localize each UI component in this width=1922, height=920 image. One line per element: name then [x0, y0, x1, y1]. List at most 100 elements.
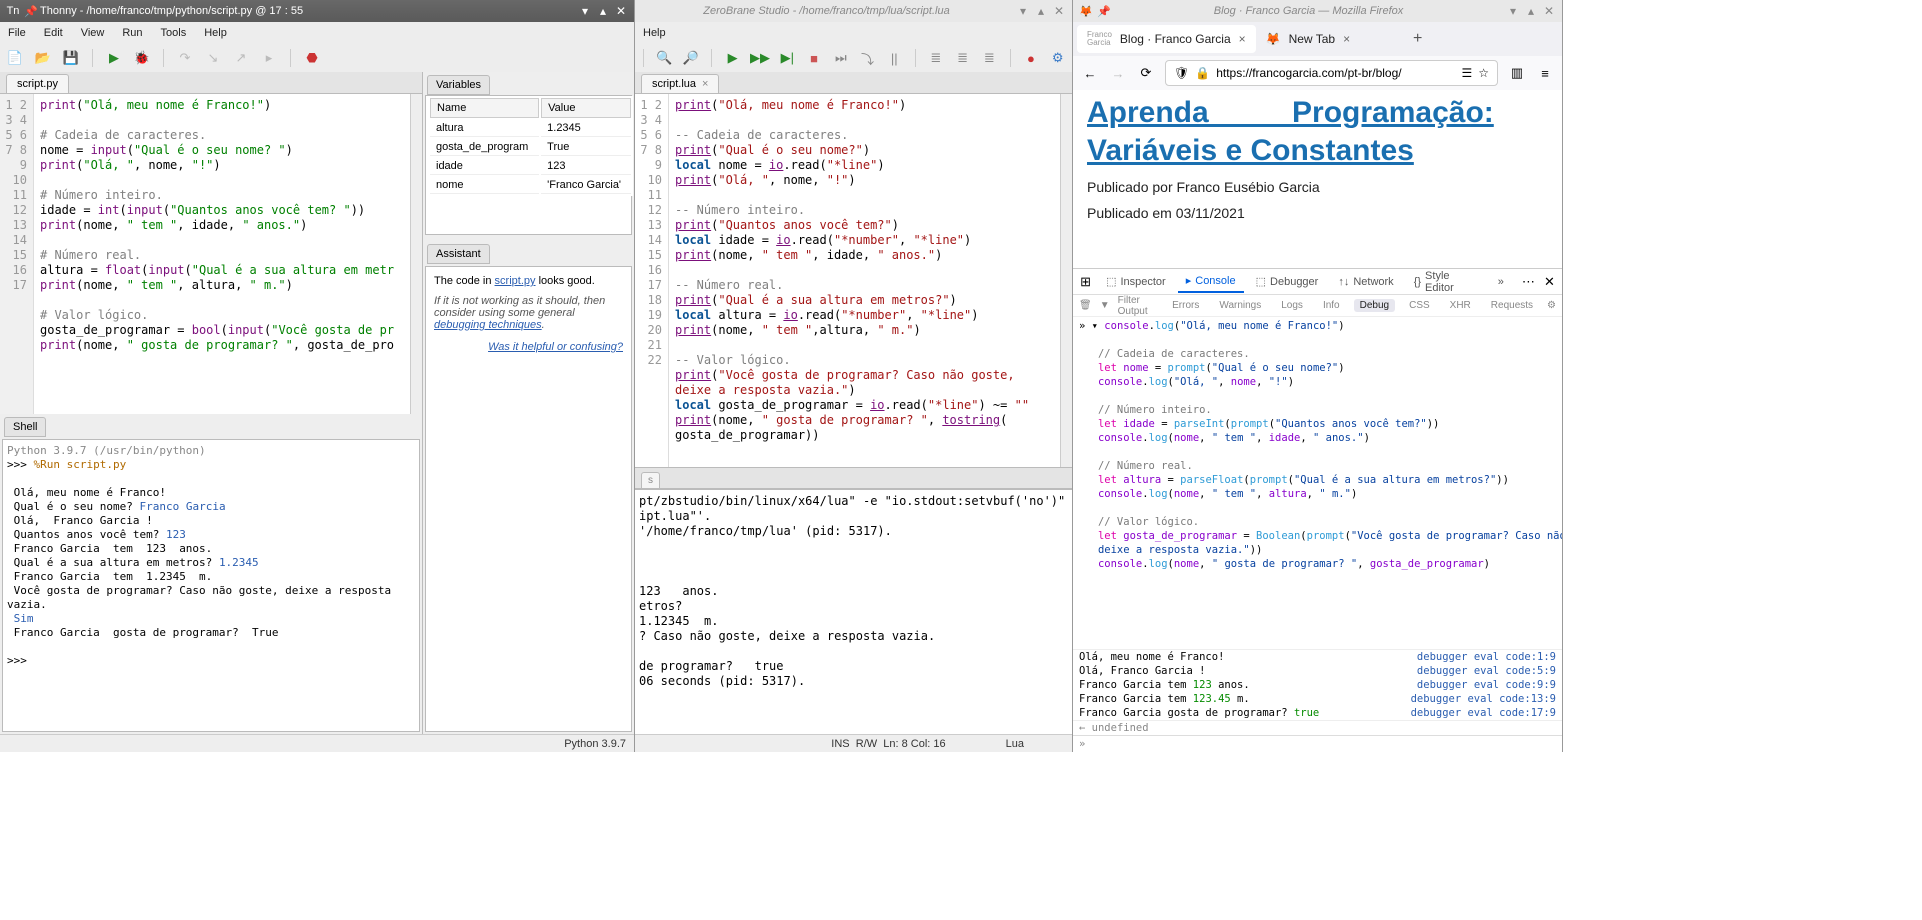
- close-icon[interactable]: ✕: [1542, 4, 1556, 18]
- run-icon[interactable]: ▶: [105, 49, 123, 67]
- thonny-titlebar[interactable]: Tn 📌 Thonny - /home/franco/tmp/python/sc…: [0, 0, 634, 22]
- stop-icon[interactable]: ⬣: [303, 49, 321, 67]
- maximize-icon[interactable]: ▴: [1034, 4, 1048, 18]
- dt-tab-console[interactable]: ▸ Console: [1178, 270, 1244, 293]
- dt-tab-debugger[interactable]: ⬚ Debugger: [1248, 271, 1327, 292]
- dt-close-icon[interactable]: ✕: [1541, 273, 1558, 291]
- assistant-feedback-link[interactable]: Was it helpful or confusing?: [488, 341, 623, 353]
- pill-css[interactable]: CSS: [1403, 299, 1436, 312]
- tab-close-icon[interactable]: ×: [1343, 32, 1350, 46]
- shell-output[interactable]: Python 3.9.7 (/usr/bin/python) >>> %Run …: [2, 439, 420, 732]
- reader-icon[interactable]: ☰: [1461, 66, 1472, 80]
- run-icon[interactable]: ▶: [724, 49, 741, 67]
- browser-tab-new[interactable]: 🦊New Tab×: [1256, 25, 1406, 53]
- menu-tools[interactable]: Tools: [157, 25, 191, 41]
- reload-icon[interactable]: ⟳: [1137, 64, 1155, 82]
- pin-icon[interactable]: 📌: [1097, 4, 1111, 18]
- assistant-panel-title[interactable]: Assistant: [427, 244, 490, 264]
- menu-file[interactable]: File: [4, 25, 30, 41]
- dt-tab-style[interactable]: {} Style Editor: [1406, 266, 1486, 298]
- new-tab-button[interactable]: +: [1406, 27, 1430, 51]
- resume-icon[interactable]: ▸: [260, 49, 278, 67]
- record-icon[interactable]: ●: [1023, 49, 1040, 67]
- minimize-icon[interactable]: ▾: [578, 4, 592, 18]
- menu-help[interactable]: Help: [639, 25, 670, 41]
- col-value[interactable]: Value: [541, 98, 631, 118]
- find-icon[interactable]: 🔍: [656, 49, 673, 67]
- dock-icon[interactable]: ⊞: [1077, 273, 1094, 291]
- indent-icon[interactable]: ≣: [954, 49, 971, 67]
- run-to-icon[interactable]: ▶|: [779, 49, 796, 67]
- assistant-script-link[interactable]: script.py: [495, 275, 536, 287]
- settings-icon[interactable]: ⚙: [1049, 49, 1066, 67]
- pill-info[interactable]: Info: [1317, 299, 1346, 312]
- python-code-editor[interactable]: print("Olá, meu nome é Franco!") # Cadei…: [34, 94, 410, 414]
- dt-tab-inspector[interactable]: ⬚ Inspector: [1098, 271, 1174, 292]
- stop-icon[interactable]: ■: [806, 49, 823, 67]
- dt-menu-icon[interactable]: ⋯: [1520, 273, 1537, 291]
- tab-close-icon[interactable]: ×: [1239, 32, 1246, 46]
- new-file-icon[interactable]: 📄: [6, 49, 24, 67]
- pill-requests[interactable]: Requests: [1485, 299, 1539, 312]
- minimize-icon[interactable]: ▾: [1506, 4, 1520, 18]
- shield-icon[interactable]: 🛡: [1174, 66, 1189, 80]
- shell-tab[interactable]: Shell: [4, 417, 46, 437]
- bookmark-icon[interactable]: ☆: [1478, 66, 1489, 80]
- pill-debug[interactable]: Debug: [1354, 299, 1395, 312]
- pin-icon[interactable]: 📌: [24, 4, 38, 18]
- pill-warnings[interactable]: Warnings: [1213, 299, 1267, 312]
- output-tab[interactable]: s: [641, 472, 660, 488]
- maximize-icon[interactable]: ▴: [1524, 4, 1538, 18]
- dt-tab-network[interactable]: ↑↓ Network: [1330, 272, 1401, 292]
- close-icon[interactable]: ✕: [1052, 4, 1066, 18]
- lua-code-editor[interactable]: print("Olá, meu nome é Franco!") -- Cade…: [669, 94, 1060, 467]
- assistant-debug-link[interactable]: debugging techniques: [434, 319, 542, 331]
- console-prompt[interactable]: »: [1073, 735, 1562, 752]
- pill-xhr[interactable]: XHR: [1444, 299, 1477, 312]
- step-over-icon[interactable]: ↷: [176, 49, 194, 67]
- open-file-icon[interactable]: 📂: [34, 49, 52, 67]
- forward-icon[interactable]: →: [1109, 64, 1127, 82]
- editor-tab[interactable]: script.py: [6, 74, 69, 93]
- step-out-icon[interactable]: ↗: [232, 49, 250, 67]
- maximize-icon[interactable]: ▴: [596, 4, 610, 18]
- step-icon[interactable]: ⤵: [859, 49, 876, 67]
- save-file-icon[interactable]: 💾: [62, 49, 80, 67]
- minimize-icon[interactable]: ▾: [1016, 4, 1030, 18]
- tab-close-icon[interactable]: ×: [702, 78, 708, 90]
- extensions-icon[interactable]: ▥: [1508, 64, 1526, 82]
- step-into-icon[interactable]: ↘: [204, 49, 222, 67]
- dt-more-icon[interactable]: »: [1490, 272, 1512, 292]
- bookmark-icon[interactable]: ≣: [928, 49, 945, 67]
- ffox-titlebar[interactable]: 🦊 📌 Blog · Franco Garcia — Mozilla Firef…: [1073, 0, 1562, 22]
- editor-scrollbar[interactable]: [1060, 94, 1072, 467]
- pill-errors[interactable]: Errors: [1166, 299, 1205, 312]
- zbs-titlebar[interactable]: ZeroBrane Studio - /home/franco/tmp/lua/…: [635, 0, 1072, 22]
- menu-view[interactable]: View: [77, 25, 109, 41]
- menu-edit[interactable]: Edit: [40, 25, 67, 41]
- post-link[interactable]: Aprenda Programação:Variáveis e Constant…: [1087, 94, 1548, 169]
- outdent-icon[interactable]: ≣: [981, 49, 998, 67]
- menu-run[interactable]: Run: [118, 25, 146, 41]
- editor-scrollbar[interactable]: [410, 94, 422, 414]
- editor-tab[interactable]: script.lua×: [641, 74, 719, 93]
- pause-icon[interactable]: ⏭: [832, 49, 849, 67]
- run-fast-icon[interactable]: ▶▶: [751, 49, 769, 67]
- filter-input[interactable]: Filter Output: [1118, 295, 1159, 317]
- close-icon[interactable]: ✕: [614, 4, 628, 18]
- replace-icon[interactable]: 🔎: [683, 49, 700, 67]
- pill-logs[interactable]: Logs: [1275, 299, 1309, 312]
- menu-icon[interactable]: ≡: [1536, 64, 1554, 82]
- settings-icon[interactable]: ⚙: [1547, 300, 1556, 311]
- variables-panel-title[interactable]: Variables: [427, 75, 490, 95]
- console-input-history[interactable]: » ▾ console.log("Olá, meu nome é Franco!…: [1073, 317, 1562, 649]
- url-input[interactable]: 🛡 🔒 https://francogarcia.com/pt-br/blog/…: [1165, 60, 1498, 86]
- back-icon[interactable]: ←: [1081, 64, 1099, 82]
- debug-icon[interactable]: 🐞: [133, 49, 151, 67]
- browser-tab-blog[interactable]: FrancoGarciaBlog · Franco Garcia×: [1077, 25, 1256, 53]
- zbs-output[interactable]: pt/zbstudio/bin/linux/x64/lua" -e "io.st…: [635, 489, 1072, 734]
- trash-icon[interactable]: 🗑: [1079, 300, 1092, 311]
- col-name[interactable]: Name: [430, 98, 539, 118]
- menu-help[interactable]: Help: [200, 25, 231, 41]
- step2-icon[interactable]: ||: [886, 49, 903, 67]
